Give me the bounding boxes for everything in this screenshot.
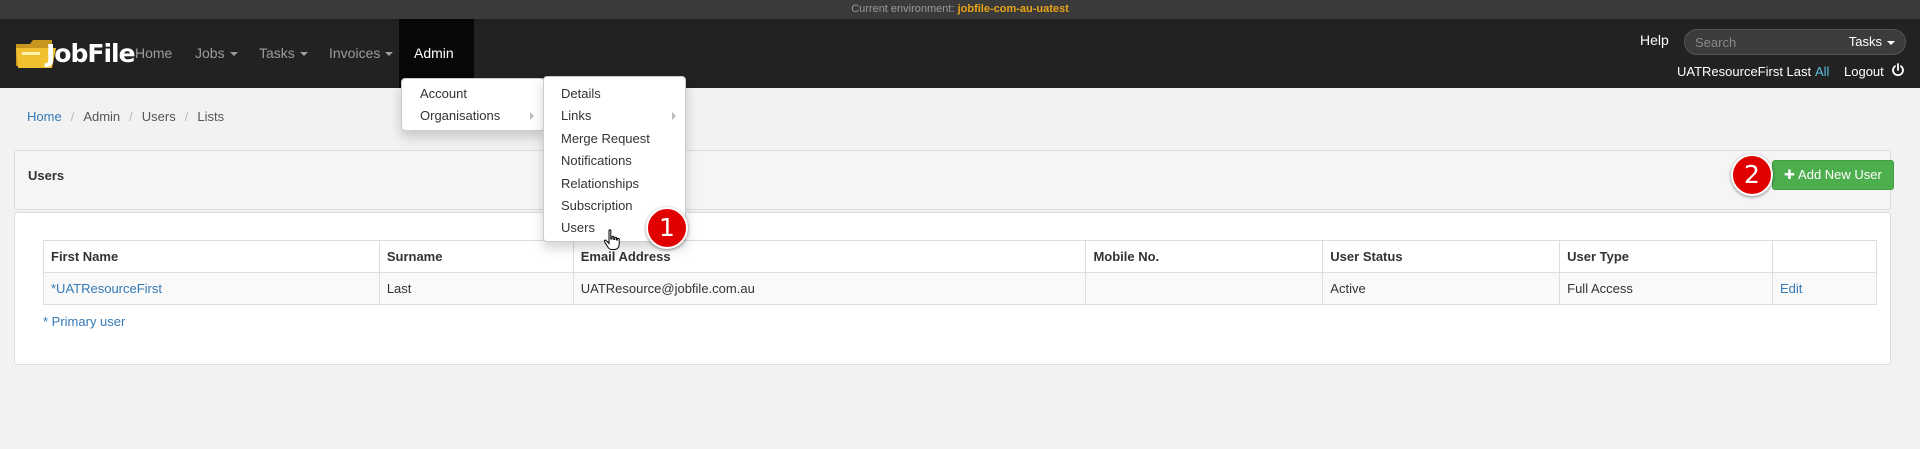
- nav-home[interactable]: Home: [120, 19, 187, 88]
- column-header-user-type[interactable]: User Type: [1559, 240, 1773, 273]
- submenu-item-relationships[interactable]: Relationships: [561, 173, 639, 195]
- column-header-user-status[interactable]: User Status: [1322, 240, 1561, 273]
- top-navbar: JobFile Home Jobs Tasks Invoices Admin H…: [0, 19, 1920, 126]
- column-header-actions: [1772, 240, 1877, 273]
- nav-admin-label: Admin: [414, 45, 454, 61]
- nav-tasks-label: Tasks: [259, 45, 295, 61]
- environment-value: jobfile-com-au-uatest: [957, 3, 1069, 15]
- edit-user-link[interactable]: Edit: [1780, 281, 1802, 296]
- hand-cursor-icon: [603, 229, 620, 250]
- search-scope-label: Tasks: [1848, 34, 1882, 49]
- annotation-badge-2: 2: [1731, 154, 1773, 196]
- submenu-arrow-icon: [672, 112, 676, 120]
- submenu-arrow-icon: [530, 112, 534, 120]
- help-link[interactable]: Help: [1640, 32, 1669, 48]
- submenu-item-details[interactable]: Details: [561, 83, 601, 105]
- power-icon[interactable]: [1891, 63, 1905, 77]
- all-link[interactable]: All: [1815, 64, 1829, 79]
- caret-down-icon: [1887, 40, 1895, 45]
- breadcrumb: Home / Admin / Users / Lists: [27, 109, 224, 124]
- users-table: First Name Surname Email Address Mobile …: [43, 240, 1877, 305]
- submenu-item-users[interactable]: Users: [561, 217, 595, 239]
- add-new-user-label: Add New User: [1798, 167, 1882, 182]
- breadcrumb-separator: /: [70, 109, 75, 124]
- column-header-email[interactable]: Email Address: [572, 240, 1087, 273]
- column-header-first-name[interactable]: First Name: [43, 240, 380, 273]
- menu-item-organisations[interactable]: Organisations: [420, 105, 500, 127]
- admin-dropdown-menu: Account Organisations: [401, 78, 545, 131]
- current-user-name[interactable]: UATResourceFirst Last: [1677, 64, 1811, 79]
- logout-link[interactable]: Logout: [1844, 64, 1884, 79]
- add-new-user-button[interactable]: ✚ Add New User: [1772, 160, 1894, 190]
- caret-down-icon: [229, 52, 238, 57]
- cell-user-status: Active: [1322, 272, 1561, 305]
- search-scope-dropdown[interactable]: Tasks: [1849, 34, 1895, 49]
- nav-invoices[interactable]: Invoices: [314, 19, 408, 88]
- brand-logo[interactable]: JobFile: [14, 30, 136, 78]
- cell-actions: Edit: [1772, 272, 1877, 305]
- cell-user-type: Full Access: [1559, 272, 1773, 305]
- submenu-item-merge-request[interactable]: Merge Request: [561, 128, 650, 150]
- nav-invoices-label: Invoices: [329, 45, 381, 61]
- nav-jobs-label: Jobs: [195, 45, 225, 61]
- user-first-name-link[interactable]: *UATResourceFirst: [51, 281, 162, 296]
- breadcrumb-separator: /: [184, 109, 189, 124]
- panel-title: Users: [28, 168, 65, 183]
- breadcrumb-users: Users: [141, 109, 176, 124]
- column-header-mobile[interactable]: Mobile No.: [1085, 240, 1324, 273]
- search-box: Tasks: [1684, 29, 1906, 55]
- submenu-item-links[interactable]: Links: [561, 105, 591, 127]
- plus-icon: ✚: [1784, 167, 1796, 182]
- breadcrumb-admin: Admin: [83, 109, 121, 124]
- nav-tasks[interactable]: Tasks: [244, 19, 323, 88]
- annotation-badge-1: 1: [646, 207, 688, 249]
- column-header-surname[interactable]: Surname: [378, 240, 574, 273]
- caret-down-icon: [299, 52, 308, 57]
- breadcrumb-home[interactable]: Home: [27, 109, 62, 124]
- cell-first-name: *UATResourceFirst: [43, 272, 380, 305]
- table-header-row: First Name Surname Email Address Mobile …: [43, 240, 1877, 273]
- caret-down-icon: [385, 52, 394, 57]
- primary-user-note: * Primary user: [43, 314, 126, 329]
- search-input[interactable]: [1693, 33, 1833, 51]
- cell-email: UATResource@jobfile.com.au: [572, 272, 1087, 305]
- breadcrumb-lists: Lists: [197, 109, 225, 124]
- menu-item-account[interactable]: Account: [420, 83, 467, 105]
- users-panel-header: Users: [14, 150, 1891, 210]
- nav-home-label: Home: [135, 45, 173, 61]
- cell-surname: Last: [378, 272, 574, 305]
- submenu-item-subscription[interactable]: Subscription: [561, 195, 633, 217]
- submenu-item-notifications[interactable]: Notifications: [561, 150, 632, 172]
- environment-label: Current environment:: [851, 3, 955, 15]
- cell-mobile: [1085, 272, 1324, 305]
- table-row: *UATResourceFirst Last UATResource@jobfi…: [43, 272, 1877, 305]
- nav-jobs[interactable]: Jobs: [180, 19, 253, 88]
- breadcrumb-separator: /: [129, 109, 133, 124]
- environment-bar: Current environment: jobfile-com-au-uate…: [0, 0, 1920, 19]
